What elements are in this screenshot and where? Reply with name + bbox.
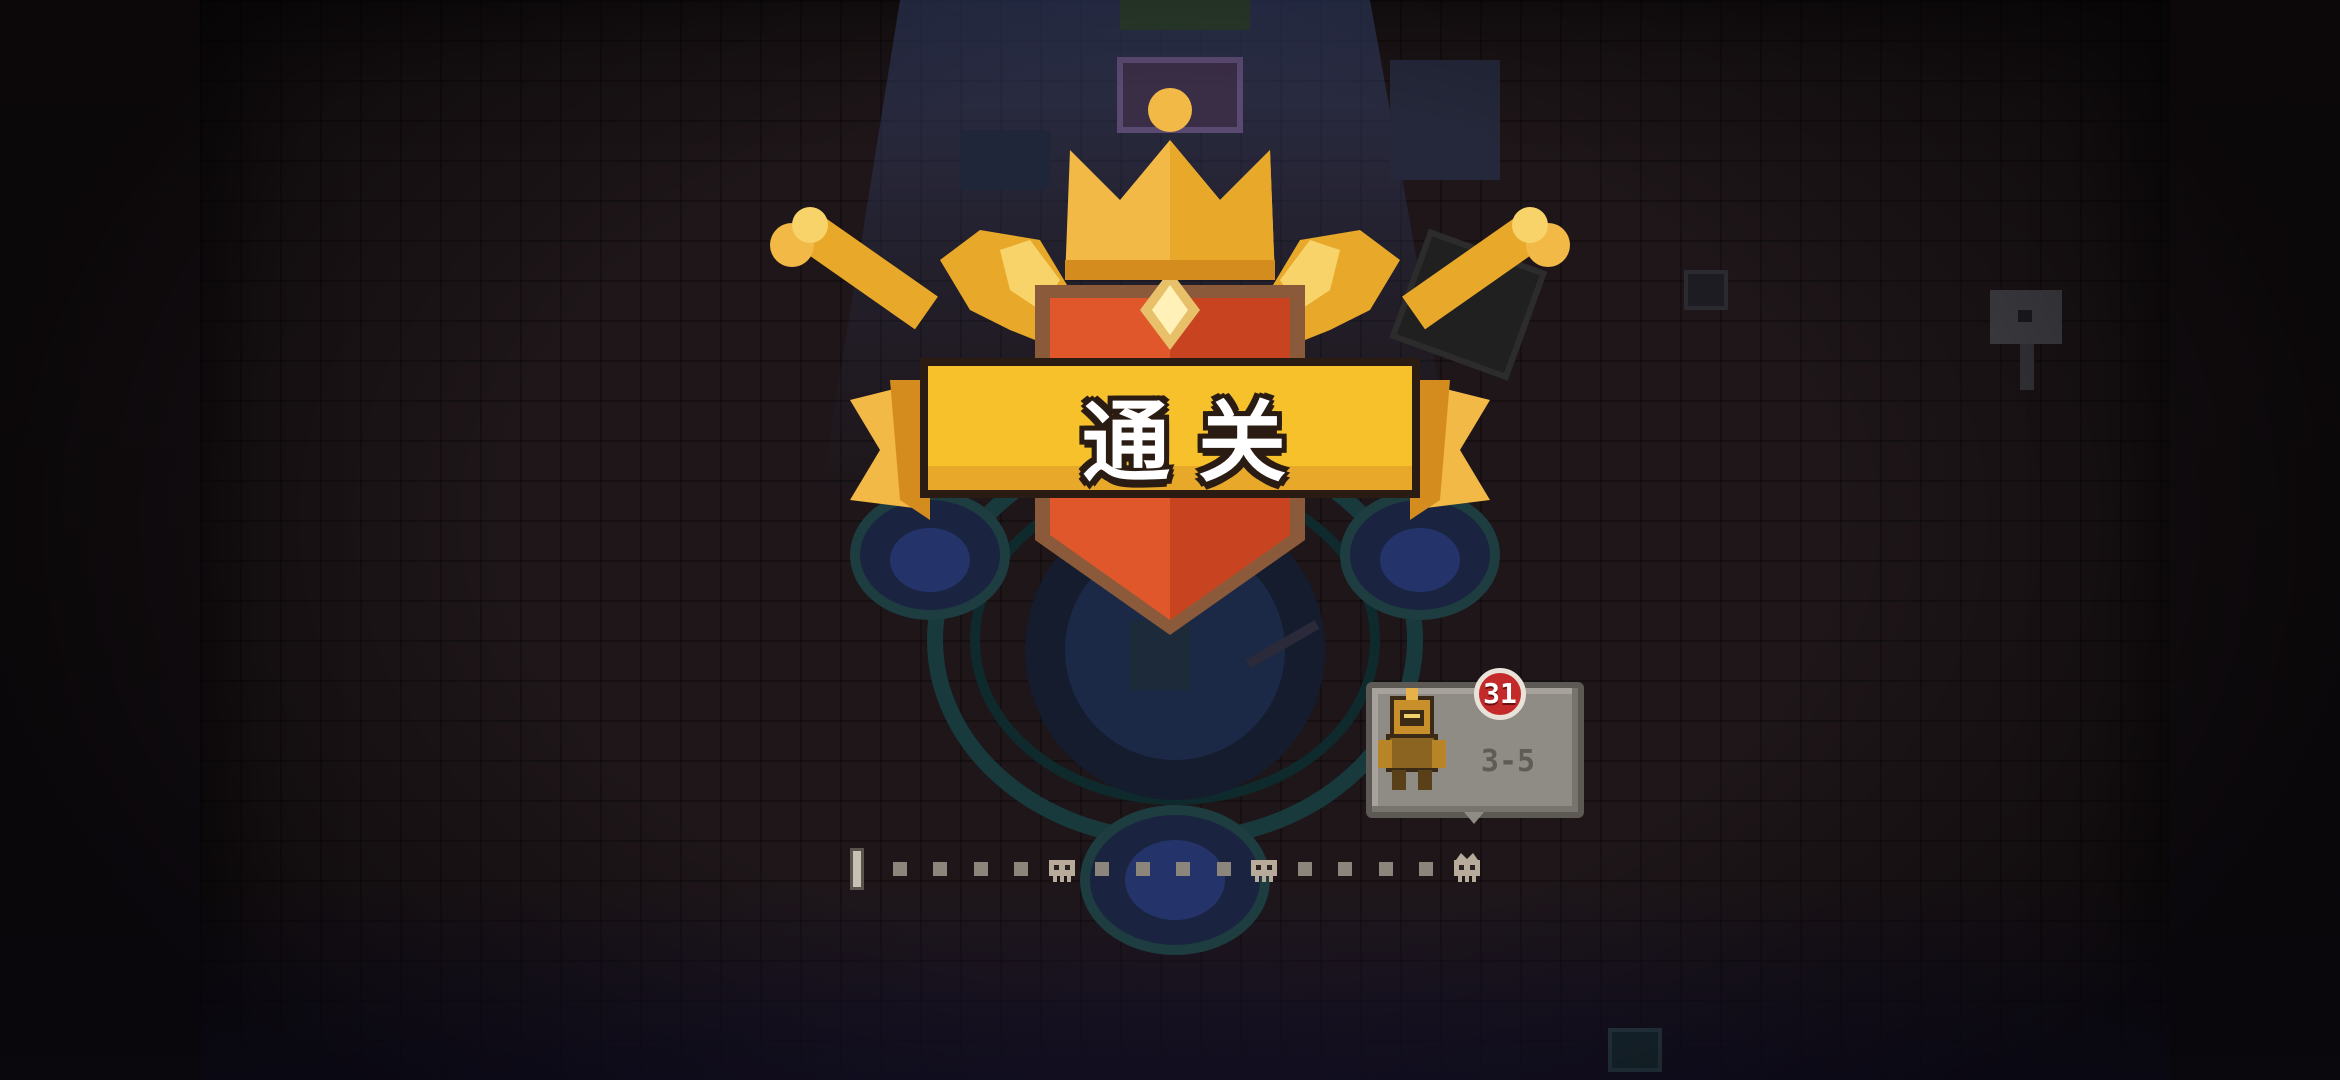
stage-progress-track xyxy=(850,840,1500,900)
progress-room-dot xyxy=(1419,862,1433,876)
progress-room-dot xyxy=(1297,862,1312,876)
progress-room-dot xyxy=(1176,862,1190,876)
progress-room-dot xyxy=(1338,862,1352,876)
progress-boss-skull-icon xyxy=(1251,860,1277,882)
progress-final-boss-icon xyxy=(1453,853,1480,882)
progress-boss-skull-icon xyxy=(1048,860,1075,882)
left-bone-icon xyxy=(770,207,938,330)
stage-clear-title: 通关 xyxy=(1081,390,1314,494)
progress-room-dot xyxy=(933,862,947,876)
stage-number: 3-5 xyxy=(1480,744,1536,779)
game-scene: 通关 3-5 31 xyxy=(0,0,2340,1080)
signpost-icon xyxy=(1990,290,2062,390)
progress-room-dot xyxy=(1378,862,1393,876)
progress-room-dot xyxy=(1216,862,1231,876)
progress-room-dot xyxy=(1095,862,1109,876)
right-bone-icon xyxy=(1402,207,1570,330)
progress-room-dot xyxy=(892,862,907,876)
crown-icon xyxy=(1065,88,1275,280)
player-level-number: 31 xyxy=(1483,677,1517,710)
progress-room-dot xyxy=(1135,862,1150,876)
progress-start-marker xyxy=(850,848,864,890)
knight-avatar-icon xyxy=(1378,688,1446,790)
progress-room-dot xyxy=(1014,862,1028,876)
card-pointer xyxy=(1464,812,1484,824)
progress-room-dot xyxy=(973,862,988,876)
